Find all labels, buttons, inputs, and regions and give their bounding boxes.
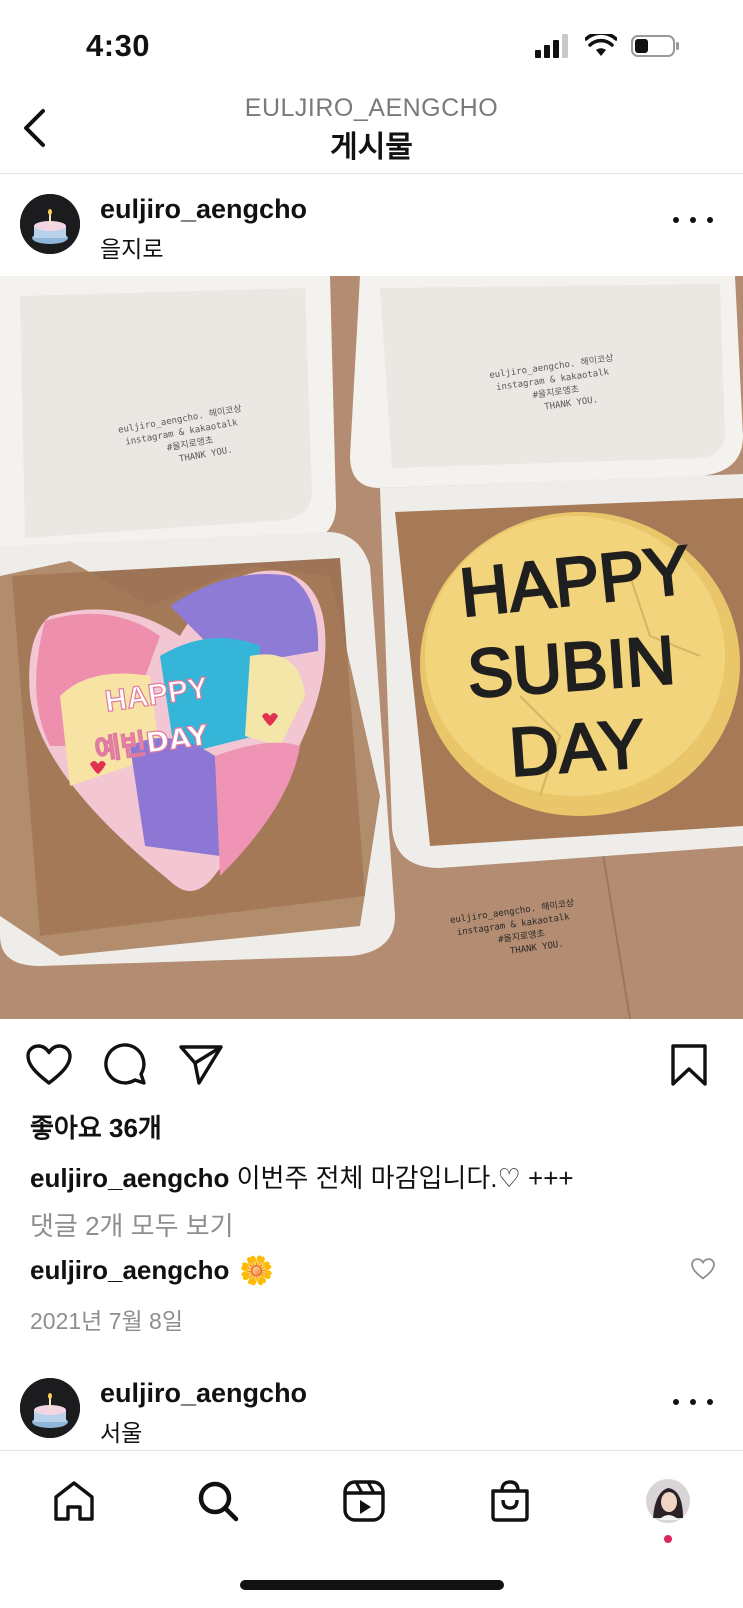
cake-photo: HAPPY 예빈DAY HAPPY SUBIN DAY euljiro_aeng…: [0, 276, 743, 1019]
view-comments-link[interactable]: 댓글 2개 모두 보기: [30, 1206, 234, 1243]
more-options-button[interactable]: [673, 210, 713, 230]
wifi-icon: [585, 34, 617, 56]
flower-emoji: 🌼: [239, 1255, 275, 1286]
post-image[interactable]: HAPPY 예빈DAY HAPPY SUBIN DAY euljiro_aeng…: [0, 276, 743, 1019]
likes-count[interactable]: 좋아요 36개: [30, 1108, 162, 1145]
post-location[interactable]: 서울: [100, 1414, 142, 1448]
status-bar: 4:30: [0, 0, 743, 96]
more-dot-icon: [673, 1399, 679, 1405]
search-icon: [198, 1481, 239, 1522]
like-button[interactable]: [24, 1040, 74, 1090]
right-cake-text-2: SUBIN: [465, 622, 678, 712]
tab-shop[interactable]: [482, 1473, 538, 1529]
caption-text: 이번주 전체 마감입니다.♡ +++: [236, 1163, 574, 1193]
signal-bars-icon: [535, 34, 568, 58]
heart-icon: [691, 1258, 715, 1280]
avatar[interactable]: [20, 194, 80, 254]
comment-row: euljiro_aengcho 🌼: [30, 1254, 274, 1287]
more-dot-icon: [673, 217, 679, 223]
header-account-name: EULJIRO_AENGCHO: [244, 94, 499, 122]
more-dot-icon: [707, 217, 713, 223]
notification-dot: [664, 1535, 672, 1543]
next-post-header: euljiro_aengcho 서울: [0, 1378, 743, 1450]
tab-reels[interactable]: [336, 1473, 392, 1529]
tab-home[interactable]: [46, 1473, 102, 1529]
post-actions: [0, 1040, 743, 1100]
comment-username[interactable]: euljiro_aengcho: [30, 1255, 229, 1286]
more-options-button[interactable]: [673, 1392, 713, 1412]
cake-avatar-image: [20, 1378, 80, 1438]
save-button[interactable]: [664, 1040, 714, 1090]
caption-username[interactable]: euljiro_aengcho: [30, 1163, 229, 1193]
post-caption: euljiro_aengcho 이번주 전체 마감입니다.♡ +++: [30, 1158, 574, 1195]
cake-avatar-image: [20, 194, 80, 254]
avatar[interactable]: [20, 1378, 80, 1438]
status-time: 4:30: [86, 28, 151, 63]
battery-icon: [631, 35, 679, 57]
comment-button[interactable]: [100, 1040, 150, 1090]
post-date: 2021년 7월 8일: [30, 1308, 184, 1334]
right-cake-text-3: DAY: [507, 706, 647, 791]
page-title: 게시물: [330, 131, 413, 164]
page-header: EULJIRO_AENGCHO 게시물: [0, 86, 743, 174]
profile-avatar: [646, 1479, 690, 1523]
comment-bubble-icon: [104, 1043, 146, 1085]
home-indicator: [240, 1580, 504, 1590]
post-username[interactable]: euljiro_aengcho: [100, 194, 307, 225]
home-icon: [54, 1481, 94, 1521]
post-username[interactable]: euljiro_aengcho: [100, 1378, 307, 1409]
paper-plane-icon: [179, 1045, 223, 1085]
tab-search[interactable]: [190, 1473, 246, 1529]
bottom-tab-bar: [0, 1450, 743, 1608]
heart-icon: [26, 1044, 72, 1085]
more-dot-icon: [707, 1399, 713, 1405]
bookmark-icon: [671, 1044, 707, 1086]
share-button[interactable]: [176, 1040, 226, 1090]
more-dot-icon: [690, 217, 696, 223]
shop-icon: [491, 1480, 529, 1522]
tab-profile[interactable]: [640, 1473, 696, 1529]
status-icons: [535, 34, 681, 58]
post-header: euljiro_aengcho 을지로: [0, 190, 743, 270]
comment-like-button[interactable]: [691, 1258, 715, 1285]
post-location[interactable]: 을지로: [100, 230, 163, 264]
more-dot-icon: [690, 1399, 696, 1405]
reels-icon: [343, 1480, 385, 1522]
